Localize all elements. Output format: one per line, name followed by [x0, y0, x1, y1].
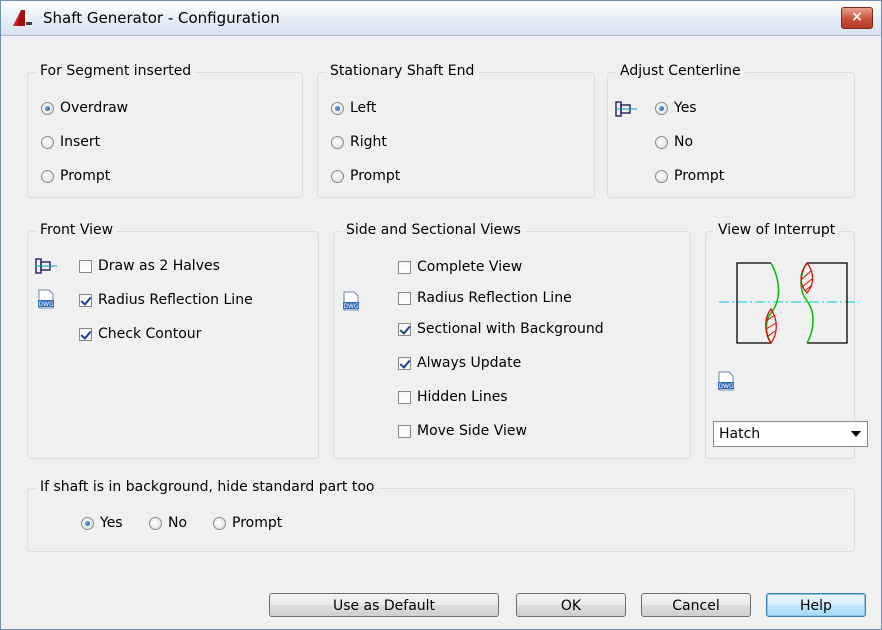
checkbox[interactable]: [398, 390, 411, 404]
radio-label: Prompt: [232, 515, 283, 531]
group-title: View of Interrupt: [714, 222, 840, 238]
radio-button[interactable]: [149, 516, 162, 530]
svg-text:DWG: DWG: [718, 383, 734, 390]
radio-label: Right: [350, 134, 387, 150]
svg-text:DWG: DWG: [38, 301, 54, 308]
checkbox-label: Hidden Lines: [417, 389, 508, 405]
checkbox-draw-halves[interactable]: Draw as 2 Halves: [79, 256, 220, 276]
radio-button[interactable]: [41, 101, 54, 115]
radio-button[interactable]: [81, 516, 94, 530]
radio-button[interactable]: [655, 101, 668, 115]
configuration-dialog: Shaft Generator - Configuration × For Se…: [0, 0, 882, 630]
help-button[interactable]: Help: [766, 593, 866, 617]
close-button[interactable]: ×: [841, 7, 873, 29]
adjust-centerline-group: Adjust Centerline: [607, 63, 855, 198]
checkbox[interactable]: [79, 327, 92, 341]
checkbox-label: Radius Reflection Line: [417, 290, 572, 306]
radio-button[interactable]: [655, 135, 668, 149]
checkbox[interactable]: [398, 260, 411, 274]
checkbox-label: Sectional with Background: [417, 321, 604, 337]
radio-button[interactable]: [331, 135, 344, 149]
radio-insert[interactable]: Insert: [41, 132, 100, 152]
group-title: Stationary Shaft End: [326, 63, 479, 79]
group-title: Adjust Centerline: [616, 63, 745, 79]
autocad-logo-icon: [13, 10, 32, 26]
dwg-file-icon: DWG: [343, 291, 359, 311]
group-title: Side and Sectional Views: [342, 222, 525, 238]
radio-button[interactable]: [213, 516, 226, 530]
radio-prompt[interactable]: Prompt: [655, 166, 724, 186]
shaft-icon: [35, 258, 57, 274]
checkbox[interactable]: [398, 356, 411, 370]
checkbox-label: Move Side View: [417, 423, 527, 439]
checkbox[interactable]: [398, 424, 411, 438]
radio-button[interactable]: [331, 169, 344, 183]
radio-label: Overdraw: [60, 100, 129, 116]
radio-label: Prompt: [350, 168, 401, 184]
interrupt-style-select[interactable]: Hatch: [713, 421, 868, 447]
use-as-default-button[interactable]: Use as Default: [269, 593, 499, 617]
radio-label: Yes: [100, 515, 123, 531]
radio-yes[interactable]: Yes: [81, 513, 123, 533]
chevron-down-icon[interactable]: [851, 431, 861, 437]
radio-yes[interactable]: Yes: [655, 98, 697, 118]
checkbox-label: Radius Reflection Line: [98, 292, 253, 308]
checkbox-radius-reflection[interactable]: Radius Reflection Line: [79, 290, 253, 310]
ok-button[interactable]: OK: [516, 593, 626, 617]
checkbox-label: Complete View: [417, 259, 523, 275]
radio-label: Yes: [674, 100, 697, 116]
checkbox-radius-reflection[interactable]: Radius Reflection Line: [398, 288, 572, 308]
checkbox[interactable]: [79, 293, 92, 307]
radio-prompt[interactable]: Prompt: [213, 513, 282, 533]
radio-overdraw[interactable]: Overdraw: [41, 98, 128, 118]
window-title: Shaft Generator - Configuration: [43, 9, 280, 27]
radio-label: Insert: [60, 134, 101, 150]
radio-button[interactable]: [655, 169, 668, 183]
group-title: Front View: [36, 222, 118, 238]
select-value: Hatch: [719, 426, 761, 442]
checkbox-move-side-view[interactable]: Move Side View: [398, 421, 527, 441]
radio-prompt[interactable]: Prompt: [331, 166, 400, 186]
radio-label: No: [674, 134, 694, 150]
dwg-file-icon: DWG: [718, 371, 734, 391]
radio-label: No: [168, 515, 188, 531]
svg-text:DWG: DWG: [343, 303, 359, 310]
interrupt-preview-image: [719, 262, 859, 345]
group-title: If shaft is in background, hide standard…: [36, 479, 379, 495]
radio-right[interactable]: Right: [331, 132, 387, 152]
checkbox-sectional-background[interactable]: Sectional with Background: [398, 319, 604, 339]
radio-no[interactable]: No: [149, 513, 187, 533]
radio-button[interactable]: [331, 101, 344, 115]
shaft-icon: [615, 101, 637, 117]
checkbox-complete-view[interactable]: Complete View: [398, 257, 522, 277]
group-title: For Segment inserted: [36, 63, 196, 79]
checkbox-always-update[interactable]: Always Update: [398, 353, 521, 373]
close-icon: ×: [851, 9, 863, 25]
checkbox[interactable]: [398, 322, 411, 336]
dwg-file-icon: DWG: [38, 289, 54, 309]
checkbox-label: Check Contour: [98, 326, 202, 342]
checkbox-hidden-lines[interactable]: Hidden Lines: [398, 387, 508, 407]
checkbox-label: Always Update: [417, 355, 522, 371]
radio-left[interactable]: Left: [331, 98, 376, 118]
radio-label: Prompt: [60, 168, 111, 184]
radio-label: Left: [350, 100, 377, 116]
radio-prompt[interactable]: Prompt: [41, 166, 110, 186]
title-bar: Shaft Generator - Configuration ×: [1, 1, 881, 36]
checkbox-label: Draw as 2 Halves: [98, 258, 220, 274]
checkbox[interactable]: [79, 259, 92, 273]
cancel-button[interactable]: Cancel: [641, 593, 751, 617]
checkbox[interactable]: [398, 291, 411, 305]
radio-button[interactable]: [41, 169, 54, 183]
checkbox-check-contour[interactable]: Check Contour: [79, 324, 201, 344]
radio-no[interactable]: No: [655, 132, 693, 152]
radio-button[interactable]: [41, 135, 54, 149]
radio-label: Prompt: [674, 168, 725, 184]
